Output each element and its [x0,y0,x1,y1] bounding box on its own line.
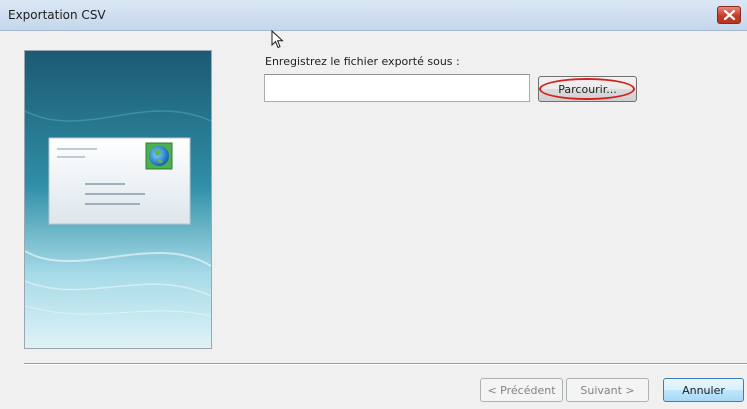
back-button[interactable]: < Précédent [480,378,563,402]
envelope-icon [48,137,191,225]
browse-button[interactable]: Parcourir... [538,76,637,102]
window-title: Exportation CSV [8,8,106,22]
close-icon [724,10,735,20]
file-path-input[interactable] [264,74,530,102]
title-bar: Exportation CSV [0,0,747,31]
footer-separator [24,363,747,365]
close-button[interactable] [717,6,741,24]
save-as-label: Enregistrez le fichier exporté sous : [265,55,460,68]
mouse-pointer-icon [271,30,284,49]
cancel-button[interactable]: Annuler [663,378,744,402]
next-button[interactable]: Suivant > [566,378,649,402]
wizard-illustration [24,50,212,349]
